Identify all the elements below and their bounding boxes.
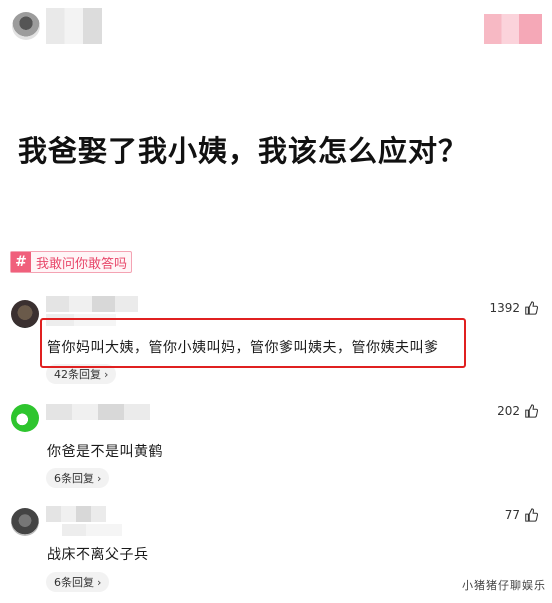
commenter-name-blurred[interactable] (46, 506, 106, 522)
like-count-value: 202 (497, 404, 520, 418)
question-title: 我爸娶了我小姨，我该怎么应对？ (18, 134, 469, 168)
watermark: 小猪猪仔聊娱乐 (462, 579, 546, 592)
follow-button-blurred[interactable] (484, 14, 542, 44)
like-count[interactable]: 77 (505, 508, 538, 522)
commenter-meta-blurred (62, 524, 122, 536)
chevron-right-icon: › (104, 367, 109, 381)
replies-count: 42条回复 (54, 368, 101, 381)
like-count-value: 77 (504, 508, 520, 522)
replies-button[interactable]: 6条回复 › (46, 468, 110, 488)
author-avatar[interactable] (12, 12, 40, 40)
question-header (0, 0, 552, 62)
like-count-value: 1392 (489, 301, 520, 315)
topic-tag-label: 我敢问你敢答吗 (36, 256, 128, 272)
thumbs-up-icon (525, 404, 538, 418)
commenter-name-blurred[interactable] (46, 404, 150, 420)
author-name-blurred[interactable] (46, 8, 102, 44)
replies-count: 6条回复 (54, 576, 94, 589)
comment-item: 202 你爸是不是叫黄鹤 6条回复 › (0, 402, 552, 494)
topic-tag[interactable]: # 我敢问你敢答吗 (10, 251, 133, 273)
thumbs-up-icon (525, 301, 538, 315)
hash-icon: # (11, 252, 31, 272)
comment-text: 战床不离父子兵 (47, 547, 149, 563)
comment-avatar[interactable] (11, 508, 39, 536)
chevron-right-icon: › (97, 575, 102, 589)
like-count[interactable]: 202 (497, 404, 538, 418)
comment-avatar[interactable] (11, 404, 39, 432)
thumbs-up-icon (525, 508, 538, 522)
replies-count: 6条回复 (54, 472, 94, 485)
commenter-name-blurred[interactable] (46, 296, 138, 312)
like-count[interactable]: 1392 (489, 301, 538, 315)
highlight-box (40, 318, 466, 368)
comment-text: 你爸是不是叫黄鹤 (47, 444, 163, 460)
chevron-right-icon: › (97, 471, 102, 485)
comment-avatar[interactable] (11, 300, 39, 328)
replies-button[interactable]: 6条回复 › (46, 572, 110, 592)
